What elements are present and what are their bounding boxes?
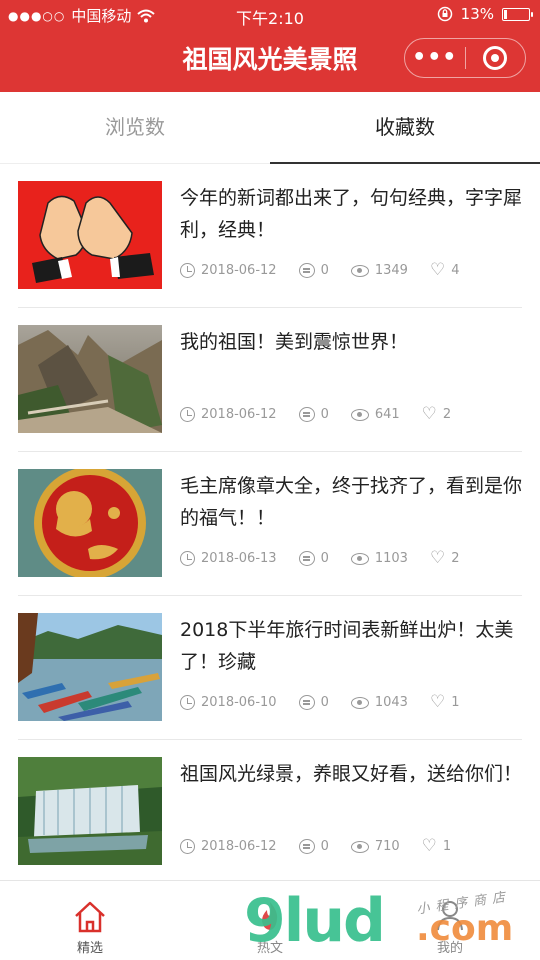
- home-icon: [75, 901, 105, 933]
- comment-icon: [298, 407, 315, 422]
- tabbar-label: 我的: [436, 941, 463, 956]
- heart-icon: ♡: [429, 260, 446, 280]
- clock-icon: [180, 263, 195, 278]
- article-thumbnail: [18, 469, 162, 577]
- article-title: 2018下半年旅行时间表新鲜出炉！太美了！珍藏: [180, 619, 514, 673]
- clock-icon: [180, 839, 195, 854]
- comment-icon: [298, 263, 315, 278]
- article-meta: 2018-06-10 0 1043 ♡ 1: [180, 694, 459, 711]
- comment-count: 0: [320, 551, 329, 566]
- view-count: 1103: [374, 551, 408, 566]
- article-meta: 2018-06-13 0 1103 ♡ 2: [180, 550, 459, 567]
- like-count: 2: [442, 407, 452, 422]
- tabbar-item-mine[interactable]: 我的: [360, 881, 540, 960]
- eye-icon: [350, 264, 369, 277]
- lake-boats-image: [18, 613, 162, 721]
- view-count: 641: [374, 407, 400, 422]
- article-meta: 2018-06-12 0 710 ♡ 1: [180, 838, 451, 855]
- like-count: 1: [451, 695, 460, 710]
- tabbar-label: 热文: [256, 941, 283, 956]
- article-meta: 2018-06-12 0 641 ♡ 2: [180, 406, 451, 423]
- heart-icon: ♡: [429, 692, 446, 712]
- list-item[interactable]: 祖国风光绿景，养眼又好看，送给你们！ 2018-06-12 0 710 ♡ 1: [18, 740, 522, 884]
- article-date: 2018-06-10: [201, 695, 277, 710]
- comment-icon: [298, 551, 315, 566]
- eye-icon: [350, 552, 369, 565]
- badge-image: [18, 469, 162, 577]
- article-title: 毛主席像章大全，终于找齐了，看到是你的福气！！: [180, 475, 523, 529]
- fire-icon: [262, 902, 278, 930]
- view-count: 1043: [374, 695, 408, 710]
- article-date: 2018-06-13: [201, 551, 277, 566]
- article-title: 祖国风光绿景，养眼又好看，送给你们！: [180, 763, 523, 785]
- article-meta: 2018-06-12 0 1349 ♡ 4: [180, 262, 459, 279]
- article-thumbnail: [18, 181, 162, 289]
- like-count: 1: [442, 839, 452, 854]
- article-thumbnail: [18, 325, 162, 433]
- comment-icon: [298, 839, 315, 854]
- eye-icon: [350, 840, 369, 853]
- comment-count: 0: [320, 407, 329, 422]
- like-count: 2: [451, 551, 460, 566]
- clock-icon: [180, 695, 195, 710]
- article-list: 今年的新词都出来了，句句经典，字字犀利，经典！ 2018-06-12 0 134…: [0, 164, 540, 884]
- comment-icon: [298, 695, 315, 710]
- clock-icon: [180, 551, 195, 566]
- comment-count: 0: [320, 263, 329, 278]
- list-item[interactable]: 我的祖国！美到震惊世界！ 2018-06-12 0 641 ♡ 2: [18, 308, 522, 452]
- view-count: 1349: [374, 263, 408, 278]
- status-bar: ●●●○○ 中国移动 下午2:10 13%: [0, 0, 540, 30]
- article-date: 2018-06-12: [201, 263, 277, 278]
- list-item[interactable]: 2018下半年旅行时间表新鲜出炉！太美了！珍藏 2018-06-10 0 104…: [18, 596, 522, 740]
- waterfall-image: [18, 757, 162, 865]
- comment-count: 0: [320, 695, 329, 710]
- article-thumbnail: [18, 757, 162, 865]
- user-icon: [437, 901, 463, 931]
- sort-tabs: 浏览数 收藏数: [0, 92, 540, 164]
- orientation-lock-icon: [437, 6, 452, 22]
- tab-views[interactable]: 浏览数: [0, 92, 270, 163]
- comment-count: 0: [320, 839, 329, 854]
- heart-icon: ♡: [429, 548, 446, 568]
- top-bar: ●●●○○ 中国移动 下午2:10 13% 祖国风光美景照 •••: [0, 0, 540, 92]
- tab-favorites[interactable]: 收藏数: [270, 92, 540, 164]
- eye-icon: [350, 408, 369, 421]
- more-button[interactable]: •••: [405, 40, 465, 76]
- mini-program-capsule: •••: [404, 38, 526, 78]
- heart-icon: ♡: [421, 404, 437, 424]
- heart-icon: ♡: [421, 836, 437, 856]
- article-date: 2018-06-12: [201, 839, 277, 854]
- article-title: 我的祖国！美到震惊世界！: [180, 331, 409, 353]
- clapping-hands-image: [18, 181, 162, 289]
- article-date: 2018-06-12: [201, 407, 277, 422]
- view-count: 710: [374, 839, 400, 854]
- list-item[interactable]: 毛主席像章大全，终于找齐了，看到是你的福气！！ 2018-06-13 0 110…: [18, 452, 522, 596]
- article-thumbnail: [18, 613, 162, 721]
- tabbar-item-hot[interactable]: 热文: [180, 881, 360, 960]
- battery-percent: 13%: [460, 5, 494, 23]
- clock-icon: [180, 407, 195, 422]
- bottom-tab-bar: 精选 热文 我的: [0, 880, 540, 960]
- eye-icon: [350, 696, 369, 709]
- close-button[interactable]: [466, 46, 526, 70]
- list-item[interactable]: 今年的新词都出来了，句句经典，字字犀利，经典！ 2018-06-12 0 134…: [18, 164, 522, 308]
- battery-icon: [502, 7, 533, 21]
- like-count: 4: [451, 263, 460, 278]
- tabbar-item-featured[interactable]: 精选: [0, 881, 180, 960]
- article-title: 今年的新词都出来了，句句经典，字字犀利，经典！: [180, 187, 523, 241]
- mountain-valley-image: [18, 325, 162, 433]
- tabbar-label: 精选: [76, 941, 103, 956]
- close-circle-icon: [483, 46, 508, 70]
